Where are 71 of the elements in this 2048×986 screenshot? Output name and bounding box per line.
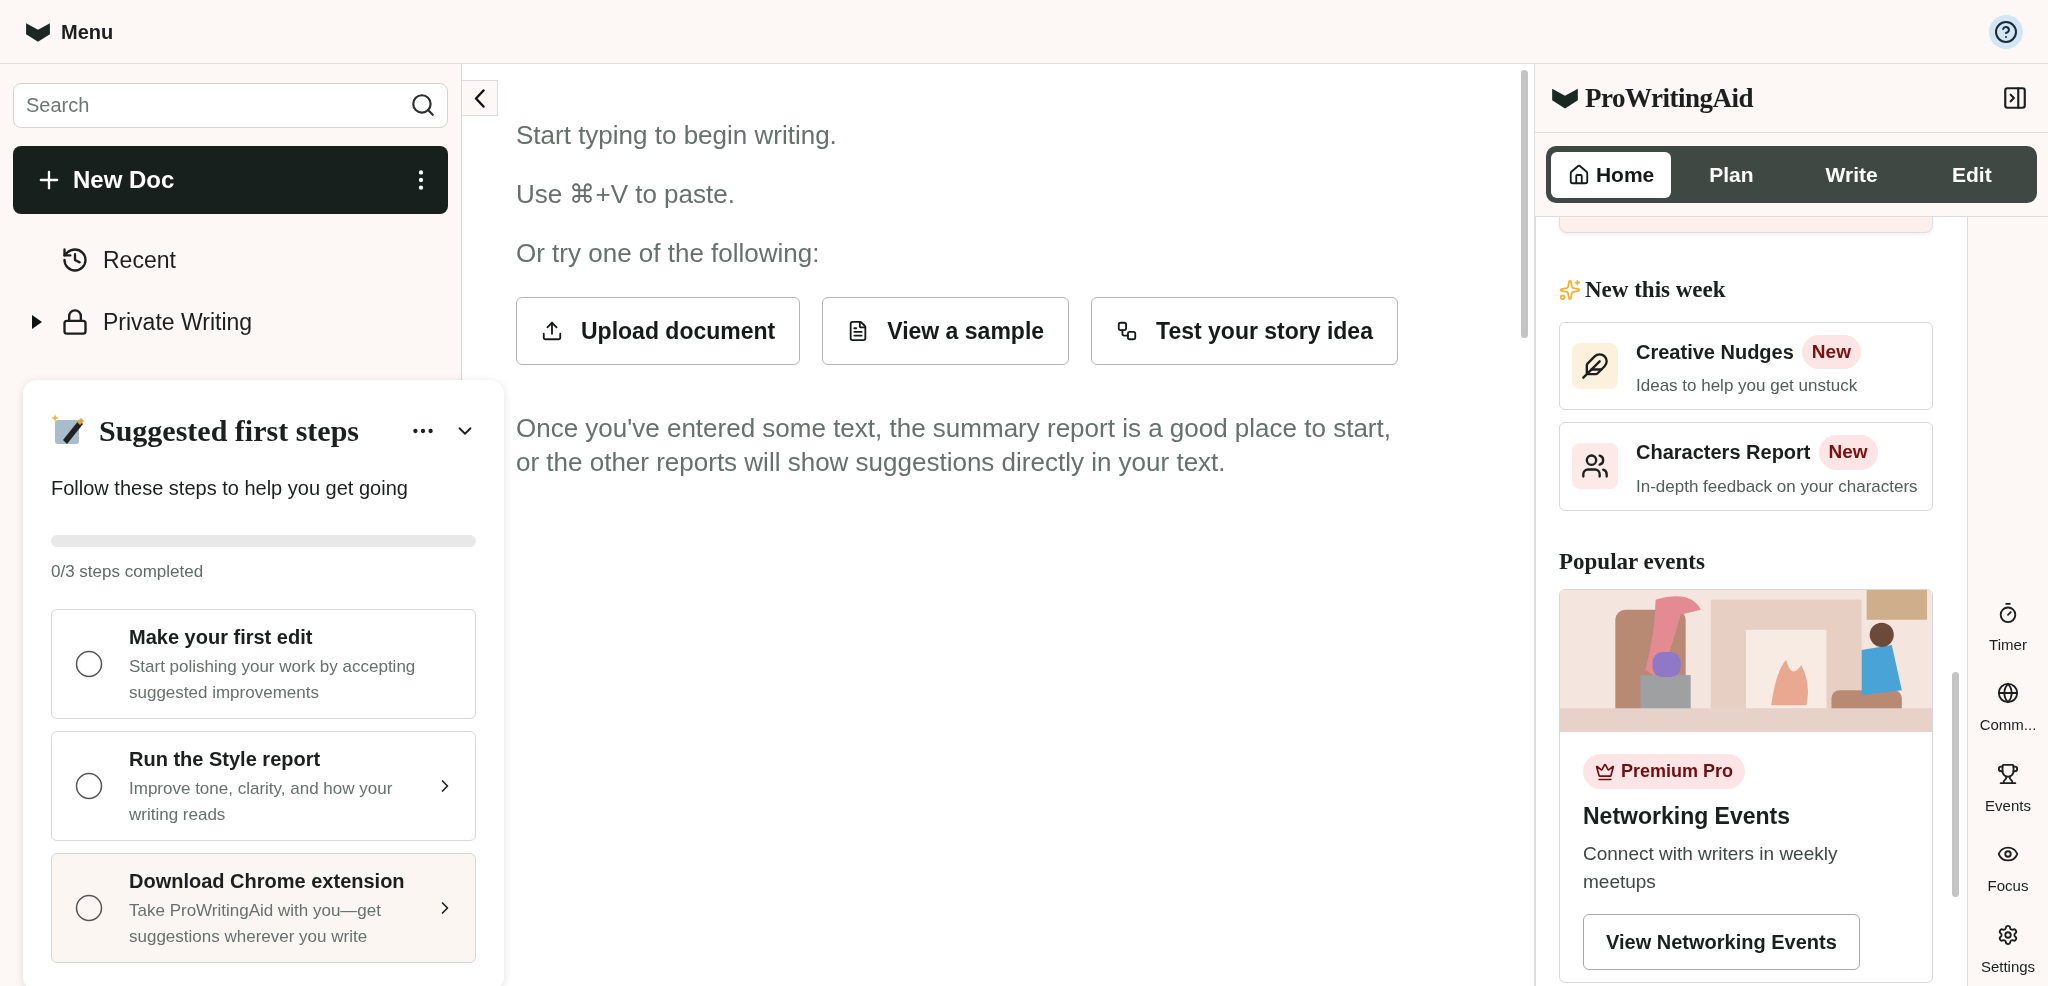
sparkles-icon [1559,279,1581,302]
action-button[interactable]: Upload document [516,297,801,365]
editor-placeholder-text: Use ⌘+V to paste. [516,178,736,211]
upload-icon [541,320,563,342]
step-card[interactable]: Make your first edit Start polishing your work by accepting suggested improvements [51,608,476,719]
action-button[interactable]: View a sample [822,297,1070,365]
new-badge: New [1818,435,1878,470]
menu-button[interactable]: Menu [25,16,114,47]
help-icon[interactable] [1989,14,2023,49]
step-description: Improve tone, clarity, and how your writing reads [129,777,394,826]
action-button[interactable]: Test your story idea [1091,297,1398,365]
step-title: Run the Style report [129,746,322,772]
view-events-button[interactable]: View Networking Events [1583,913,1860,970]
step-description: Take ProWritingAid with you—get suggestions wherever you write [129,899,382,948]
section-title: Popular events [1559,547,1706,576]
search-icon[interactable] [410,92,436,118]
caret-right-icon[interactable] [31,315,43,329]
home-icon [1567,163,1590,186]
feature-description: In-depth feedback on your characters [1636,475,1918,498]
lock-icon [61,308,89,336]
new-badge: New [1801,334,1861,369]
feature-description: Ideas to help you get unstuck [1636,375,1859,397]
rail-button[interactable]: Comm... [1979,682,2037,737]
rail-button[interactable]: Events [1985,762,2031,817]
card-subtitle: Follow these steps to help you get going [51,476,409,501]
trophy-icon [1997,762,2019,785]
panel-toggle-icon[interactable] [2002,85,2028,111]
step-title: Download Chrome extension [129,868,406,894]
settings-icon [1997,923,2019,946]
mode-tab[interactable]: Write [1791,151,1912,198]
rail-button[interactable]: Timer [1989,601,2027,656]
feature-title: Characters Report [1636,440,1811,466]
editor-placeholder-text: Or try one of the following: [516,237,821,270]
event-title: Networking Events [1583,802,1792,831]
progress-label: 0/3 steps completed [51,561,205,583]
globe-icon [1997,682,2019,704]
recent-item[interactable]: Recent [61,242,176,278]
folder-item[interactable]: Private Writing [61,304,253,340]
section-title: New this week [1585,276,1726,304]
feature-title: Creative Nudges [1636,339,1794,365]
diagram-icon [1116,320,1139,342]
step-card[interactable]: Download Chrome extension Take ProWritingAid with you—get suggestions wherever you write [51,852,476,963]
collapse-sidebar-button[interactable] [462,80,498,116]
feather-icon [1572,342,1618,389]
chevron-left-icon [474,88,485,108]
step-checkbox[interactable] [74,770,104,801]
crown-icon [1595,761,1615,782]
logo-icon [1551,86,1579,110]
step-checkbox[interactable] [74,648,104,679]
search-field[interactable]: Search [13,83,448,128]
rail-button[interactable]: Focus [1987,843,2029,898]
editor-hint: Once you've entered some text, the summary report is a good place to start, or the other reports will show suggestions directly in your text. [516,412,1392,479]
editor-placeholder-text: Start typing to begin writing. [516,119,838,152]
rail-button[interactable]: Settings [1980,923,2036,978]
stopwatch-icon [1997,601,2019,624]
mode-tab[interactable]: Plan [1671,151,1792,198]
people-icon [1572,443,1618,490]
premium-badge: Premium Pro [1583,754,1746,789]
step-card[interactable]: Run the Style report Improve tone, clarity, and how your writing reads [51,730,476,841]
card-title: Suggested first steps [99,413,360,449]
mode-tab[interactable]: Home [1551,151,1672,198]
feature-card[interactable]: Characters Report New In-depth feedback on your characters [1559,422,1933,511]
feature-card[interactable]: Creative Nudges New Ideas to help you get unstuck [1559,321,1933,410]
step-title: Make your first edit [129,624,314,650]
new-doc-button[interactable]: New Doc [13,146,448,214]
history-icon [61,246,89,274]
event-description: Connect with writers in weekly meetups [1583,841,1839,894]
brand-name: ProWritingAid [1585,81,1753,115]
step-checkbox[interactable] [74,892,104,923]
mode-tab[interactable]: Edit [1911,151,2032,198]
step-description: Start polishing your work by accepting suggested improvements [129,655,417,704]
